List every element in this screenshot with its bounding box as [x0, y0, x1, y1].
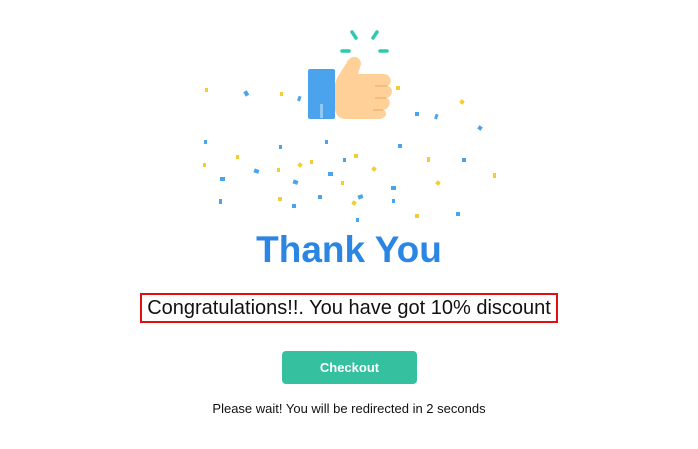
discount-message: Congratulations!!. You have got 10% disc… — [140, 293, 558, 323]
redirect-notice: Please wait! You will be redirected in 2… — [212, 401, 486, 416]
thumbs-up-confetti-icon — [203, 30, 496, 222]
thank-you-page: Thank You Congratulations!!. You have go… — [0, 0, 698, 449]
checkout-button[interactable]: Checkout — [282, 351, 417, 384]
discount-message-container: Congratulations!!. You have got 10% disc… — [0, 293, 698, 323]
page-title: Thank You — [256, 229, 442, 270]
